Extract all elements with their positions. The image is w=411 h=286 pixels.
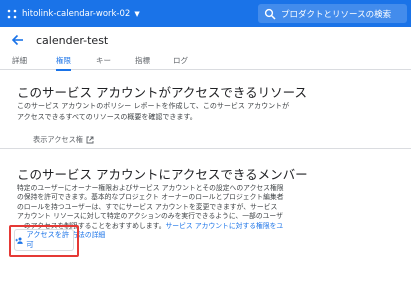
learn-more-link[interactable]: サービス アカウントに対する権限をユ: [166, 222, 284, 230]
grant-access-label: アクセスを許可: [26, 230, 70, 249]
project-selector[interactable]: hitolink-calendar-work-02 ▼: [6, 6, 140, 21]
grant-access-button[interactable]: アクセスを許可: [14, 229, 74, 251]
external-link-icon: [86, 136, 94, 144]
tab-logs[interactable]: ログ: [173, 55, 188, 69]
resources-desc-line: このサービス アカウントのポリシー レポートを作成して、このサービス アカウント…: [17, 102, 290, 110]
tab-permissions[interactable]: 権限: [56, 55, 71, 71]
resources-description: このサービス アカウントのポリシー レポートを作成して、このサービス アカウント…: [17, 101, 397, 122]
search-input[interactable]: プロダクトとリソースの検索: [258, 4, 407, 23]
members-desc-line: アカウント リソースに対して特定のアクションのみを実行できるように、一部のユーザ: [17, 212, 283, 221]
members-desc-line: 特定のユーザーにオーナー権限およびサービス アカウントとその設定へのアクセス権限: [17, 184, 284, 192]
page-title: calender-test: [36, 33, 109, 47]
tab-keys[interactable]: キー: [96, 55, 111, 69]
search-icon: [264, 8, 276, 20]
project-dots-icon: [7, 9, 17, 18]
resources-desc-line: アクセスできるすべてのリソースの概要を確認できます。: [17, 112, 197, 121]
resources-heading: このサービス アカウントがアクセスできるリソース: [17, 85, 307, 100]
tab-bar: 詳細 権限 キー 指標 ログ: [0, 53, 411, 71]
chevron-down-icon: ▼: [134, 9, 140, 18]
view-access-link[interactable]: 表示アクセス権: [33, 135, 94, 145]
members-desc-line: のロールを持つユーザーは、すでにサービス アカウントを変更できますが、サービス: [17, 202, 278, 211]
members-heading: このサービス アカウントにアクセスできるメンバー: [17, 167, 308, 182]
members-desc-line: の保持を許可できます。基本的なプロジェクト オーナーのロールとプロジェクト編集者: [17, 193, 284, 202]
add-person-icon: [15, 236, 23, 244]
tab-details[interactable]: 詳細: [12, 55, 27, 69]
project-name: hitolink-calendar-work-02: [22, 8, 131, 19]
search-placeholder: プロダクトとリソースの検索: [281, 9, 392, 20]
tab-metrics[interactable]: 指標: [135, 55, 150, 69]
page-header: calender-test: [0, 27, 411, 53]
back-arrow-icon[interactable]: [10, 32, 26, 48]
view-access-label: 表示アクセス権: [33, 135, 83, 144]
section-divider: [0, 148, 411, 149]
top-bar: hitolink-calendar-work-02 ▼ プロダクトとリソースの検…: [0, 0, 411, 27]
